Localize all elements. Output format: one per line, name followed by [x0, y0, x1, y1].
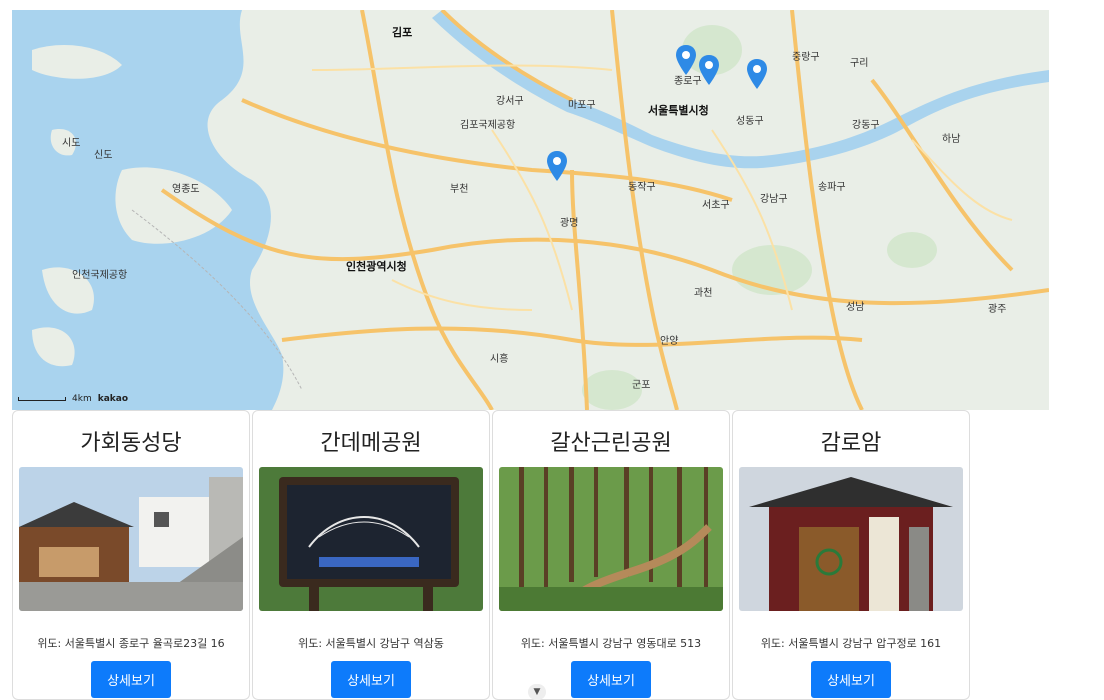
map-label-yeongjongdo: 영종도 [172, 184, 200, 195]
map-marker-icon[interactable] [746, 58, 768, 90]
kakao-logo[interactable]: kakao [98, 394, 128, 404]
map-marker-icon[interactable] [675, 44, 697, 76]
place-title: 갈산근린공원 [550, 431, 672, 456]
place-cards: 가회동성당 위도: 서울특별시 종로구 율곡로23길 16 상세보기 간데메공원 [12, 410, 972, 700]
place-card: 갈산근린공원 위도: 서울특별시 강남구 영동대로 513 상세보기 [492, 410, 730, 700]
place-title: 간데메공원 [320, 431, 422, 456]
map-label-gwacheon: 과천 [694, 288, 713, 299]
map-canvas[interactable] [12, 10, 1049, 410]
map-marker-icon[interactable] [698, 54, 720, 86]
map-label-gimpo: 김포 [392, 26, 413, 39]
detail-button[interactable]: 상세보기 [811, 661, 891, 698]
map-label-gwangju: 광주 [988, 304, 1007, 315]
scale-bar [18, 397, 66, 401]
detail-button[interactable]: 상세보기 [331, 661, 411, 698]
place-card: 가회동성당 위도: 서울특별시 종로구 율곡로23길 16 상세보기 [12, 410, 250, 700]
map-label-anyang: 안양 [660, 336, 679, 347]
place-photo[interactable] [19, 467, 243, 611]
detail-button[interactable]: 상세보기 [91, 661, 171, 698]
map-label-siheung: 시흥 [490, 354, 509, 365]
place-card: 감로암 위도: 서울특별시 강남구 압구정로 161 상세보기 [732, 410, 970, 700]
map-label-gwangmyeong: 광명 [560, 218, 579, 229]
scroll-down-icon[interactable]: ▼ [528, 684, 546, 700]
place-address: 위도: 서울특별시 종로구 율곡로23길 16 [37, 637, 225, 650]
map-label-sindo: 신도 [94, 150, 113, 161]
map-label-jungnang: 중랑구 [792, 52, 820, 63]
map-label-gimpo-airport: 김포국제공항 [460, 120, 516, 131]
place-address: 위도: 서울특별시 강남구 압구정로 161 [760, 637, 942, 650]
map-label-incheon-airport: 인천국제공항 [72, 270, 128, 281]
map-label-seocho: 서초구 [702, 200, 730, 211]
place-title: 가회동성당 [80, 431, 182, 456]
map-label-guri: 구리 [850, 58, 869, 69]
map-label-gangseo: 강서구 [496, 96, 524, 107]
map-label-gunpo: 군포 [632, 380, 651, 391]
map-label-dongjak: 동작구 [628, 182, 656, 193]
map-label-mapo: 마포구 [568, 100, 596, 111]
place-address: 위도: 서울특별시 강남구 역삼동 [298, 637, 444, 650]
detail-button[interactable]: 상세보기 [571, 661, 651, 698]
map-label-incheon-cityhall: 인천광역시청 [346, 260, 407, 273]
map-view[interactable]: 김포 서울특별시청 인천광역시청 구리 하남 광명 부천 시흥 안양 과천 성남… [12, 10, 1049, 410]
place-photo[interactable] [739, 467, 963, 611]
place-address: 위도: 서울특별시 강남구 영동대로 513 [520, 637, 702, 650]
place-card: 간데메공원 위도: 서울특별시 강남구 역삼동 상세보기 [252, 410, 490, 700]
place-photo[interactable] [499, 467, 723, 611]
map-label-songpa: 송파구 [818, 182, 846, 193]
map-label-seoul-cityhall: 서울특별시청 [648, 104, 709, 117]
map-label-gangnam: 강남구 [760, 194, 788, 205]
place-photo[interactable] [259, 467, 483, 611]
scale-label: 4km [72, 394, 92, 404]
map-marker-icon[interactable] [546, 150, 568, 182]
map-label-sido: 시도 [62, 138, 81, 149]
map-label-hanam: 하남 [942, 134, 961, 145]
map-label-seongnam: 성남 [846, 302, 865, 313]
map-label-bucheon: 부천 [450, 184, 469, 195]
map-label-seongdong: 성동구 [736, 116, 764, 127]
place-title: 감로암 [820, 431, 882, 456]
map-footer: 4km kakao [18, 394, 128, 404]
map-label-gangdong: 강동구 [852, 120, 880, 131]
